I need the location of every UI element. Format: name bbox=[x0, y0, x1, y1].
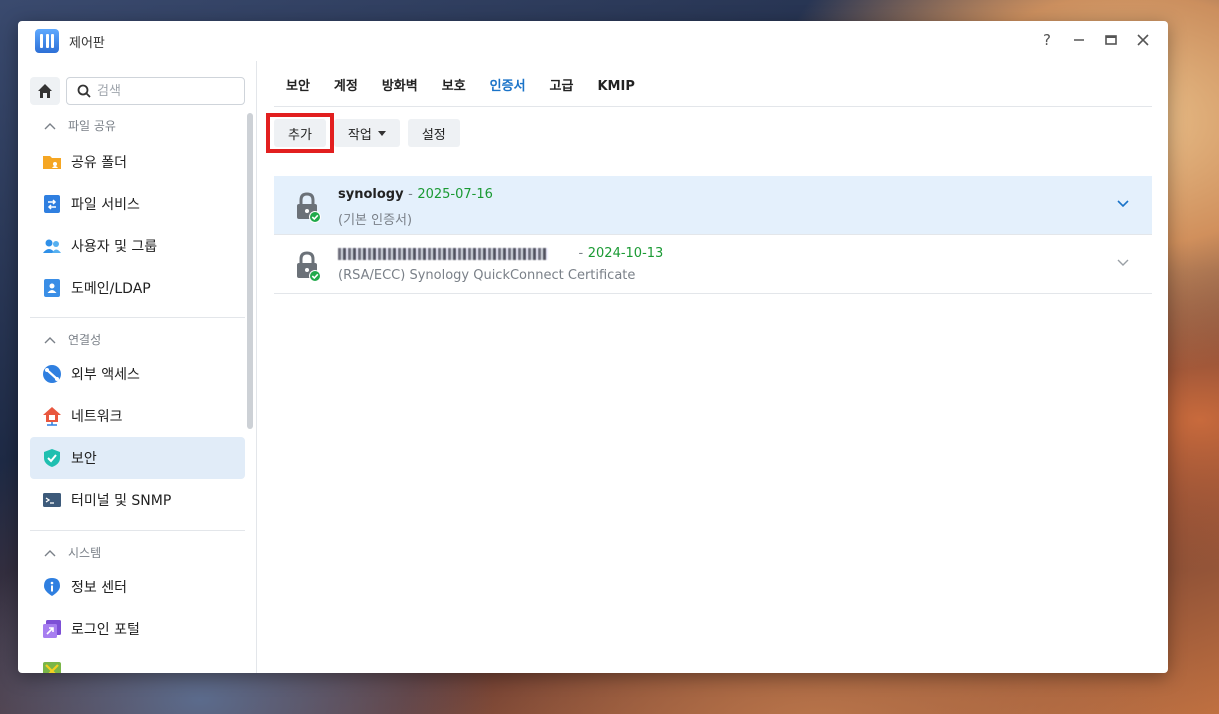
tab-protection[interactable]: 보호 bbox=[430, 61, 478, 107]
login-portal-icon bbox=[42, 619, 62, 639]
tab-certificate[interactable]: 인증서 bbox=[478, 61, 538, 107]
home-icon bbox=[38, 84, 52, 98]
certificate-expiry-date: 2025-07-16 bbox=[417, 187, 493, 202]
info-center-icon bbox=[42, 577, 62, 597]
sidebar-item-login-portal[interactable]: 로그인 포털 bbox=[30, 608, 245, 650]
sidebar-item-label: 로그인 포털 bbox=[71, 622, 140, 638]
terminal-icon bbox=[42, 490, 62, 510]
sidebar-item-label: 네트워크 bbox=[71, 409, 123, 425]
network-icon bbox=[42, 406, 62, 426]
certificate-title: synology bbox=[338, 187, 404, 202]
main-content: 보안 계정 방화벽 보호 인증서 고급 KMIP 추가 작업 설정 synolo… bbox=[258, 61, 1168, 673]
sidebar-item-users-groups[interactable]: 사용자 및 그룹 bbox=[30, 225, 245, 267]
sidebar-search[interactable] bbox=[66, 77, 245, 105]
minimize-button[interactable] bbox=[1068, 29, 1090, 51]
separator: - bbox=[578, 246, 584, 261]
tab-account[interactable]: 계정 bbox=[322, 61, 370, 107]
sidebar-item-external-access[interactable]: 외부 액세스 bbox=[30, 353, 245, 395]
settings-button[interactable]: 설정 bbox=[407, 119, 460, 147]
caret-down-icon bbox=[377, 130, 386, 136]
section-file-sharing[interactable]: 파일 공유 bbox=[44, 117, 116, 134]
sidebar-item-label: 사용자 및 그룹 bbox=[71, 239, 158, 255]
title-bar[interactable]: 제어판 ? bbox=[18, 21, 1168, 61]
section-label: 파일 공유 bbox=[68, 119, 116, 133]
tab-firewall[interactable]: 방화벽 bbox=[370, 61, 430, 107]
sidebar-item-security[interactable]: 보안 bbox=[30, 437, 245, 479]
maximize-icon bbox=[1105, 35, 1117, 45]
section-divider bbox=[30, 530, 245, 531]
help-button[interactable]: ? bbox=[1036, 29, 1058, 51]
tab-bar: 보안 계정 방화벽 보호 인증서 고급 KMIP bbox=[274, 61, 1152, 107]
certificate-expiry-date: 2024-10-13 bbox=[587, 246, 664, 261]
redacted-domain bbox=[338, 247, 548, 260]
sidebar-item-partial[interactable] bbox=[30, 650, 245, 673]
sidebar-item-label: 파일 서비스 bbox=[71, 197, 140, 213]
sidebar-item-label: 도메인/LDAP bbox=[71, 281, 151, 297]
certificate-lock-icon bbox=[297, 251, 321, 282]
sidebar-scrollbar[interactable] bbox=[247, 113, 253, 429]
tab-advanced[interactable]: 고급 bbox=[538, 61, 586, 107]
chevron-up-icon bbox=[44, 336, 56, 343]
file-services-icon bbox=[42, 194, 62, 214]
shared-folder-icon bbox=[42, 152, 62, 172]
sidebar-item-domain-ldap[interactable]: 도메인/LDAP bbox=[30, 267, 245, 309]
search-input[interactable] bbox=[97, 83, 227, 99]
control-panel-window: 제어판 ? 파일 공유 bbox=[18, 21, 1168, 673]
sidebar-item-label: 정보 센터 bbox=[71, 580, 127, 596]
certificate-row[interactable]: - 2024-10-13 (RSA/ECC) Synology QuickCon… bbox=[274, 235, 1152, 294]
tab-security[interactable]: 보안 bbox=[274, 61, 322, 107]
sidebar-item-label: 보안 bbox=[71, 451, 97, 467]
action-dropdown-button[interactable]: 작업 bbox=[333, 119, 400, 147]
sidebar-item-info-center[interactable]: 정보 센터 bbox=[30, 566, 245, 608]
tab-kmip[interactable]: KMIP bbox=[585, 61, 646, 107]
chevron-down-icon[interactable] bbox=[1116, 196, 1130, 210]
section-divider bbox=[30, 317, 245, 318]
section-label: 시스템 bbox=[68, 546, 102, 560]
security-shield-icon bbox=[42, 448, 62, 468]
highlight-box bbox=[266, 113, 334, 153]
users-groups-icon bbox=[42, 236, 62, 256]
sidebar-item-terminal-snmp[interactable]: 터미널 및 SNMP bbox=[30, 479, 245, 521]
certificate-lock-icon bbox=[297, 192, 321, 223]
minimize-icon bbox=[1074, 39, 1084, 41]
control-panel-app-icon bbox=[35, 29, 59, 53]
section-connectivity[interactable]: 연결성 bbox=[44, 331, 101, 348]
sidebar-item-label: 터미널 및 SNMP bbox=[71, 493, 172, 509]
section-system[interactable]: 시스템 bbox=[44, 544, 101, 561]
sidebar-item-label: 외부 액세스 bbox=[71, 367, 140, 383]
window-title: 제어판 bbox=[69, 35, 105, 51]
sidebar: 파일 공유 공유 폴더 파일 서비스 사용자 및 그룹 도메인/LDAP bbox=[18, 61, 257, 673]
sidebar-item-network[interactable]: 네트워크 bbox=[30, 395, 245, 437]
certificate-name: - 2024-10-13 bbox=[338, 246, 663, 261]
chevron-up-icon bbox=[44, 122, 56, 129]
close-icon bbox=[1137, 34, 1149, 46]
theme-icon bbox=[42, 661, 62, 673]
action-label: 작업 bbox=[347, 127, 372, 143]
home-button[interactable] bbox=[30, 77, 60, 105]
section-label: 연결성 bbox=[68, 333, 102, 347]
sidebar-item-label: 공유 폴더 bbox=[71, 155, 127, 171]
separator: - bbox=[408, 187, 413, 202]
certificate-description: (기본 인증서) bbox=[338, 213, 413, 228]
certificate-description: (RSA/ECC) Synology QuickConnect Certific… bbox=[338, 268, 636, 283]
chevron-down-icon[interactable] bbox=[1116, 255, 1130, 269]
external-access-icon bbox=[42, 364, 62, 384]
search-icon bbox=[77, 84, 91, 98]
chevron-up-icon bbox=[44, 549, 56, 556]
certificate-name: synology - 2025-07-16 bbox=[338, 187, 493, 202]
domain-ldap-icon bbox=[42, 278, 62, 298]
close-button[interactable] bbox=[1132, 29, 1154, 51]
maximize-button[interactable] bbox=[1100, 29, 1122, 51]
sidebar-item-shared-folder[interactable]: 공유 폴더 bbox=[30, 141, 245, 183]
sidebar-item-file-services[interactable]: 파일 서비스 bbox=[30, 183, 245, 225]
certificate-row[interactable]: synology - 2025-07-16 (기본 인증서) bbox=[274, 176, 1152, 235]
